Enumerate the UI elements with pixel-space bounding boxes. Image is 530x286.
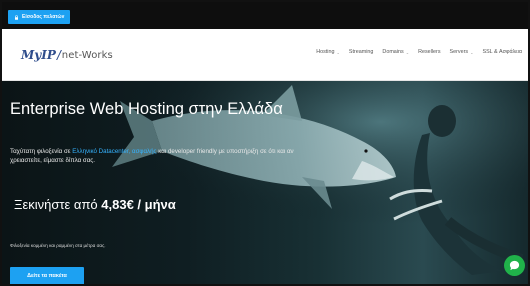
nav-menu: Hosting ⌄ Streaming Domains ⌄ Resellers …: [316, 49, 522, 55]
browser-page: Είσοδος πελατών MyIP / net-Works Hosting…: [0, 0, 530, 286]
logo-myip-text: MyIP: [21, 48, 56, 62]
nav-item-label: Servers: [449, 49, 469, 55]
lock-icon: [15, 14, 18, 20]
nav-item-label: Resellers: [418, 49, 441, 55]
nav-item-hosting[interactable]: Hosting ⌄: [316, 49, 340, 55]
hero-title: Enterprise Web Hosting στην Ελλάδα: [10, 100, 283, 118]
price-text: Ξεκινήστε από 4,83€ / μήνα: [14, 196, 176, 213]
live-chat-button[interactable]: [504, 255, 525, 276]
chevron-down-icon: ⌄: [336, 49, 340, 55]
site-logo[interactable]: MyIP / net-Works: [21, 40, 113, 70]
hero-subtitle: Ταχύτατη φιλοξενία σε Ελληνικό Datacente…: [10, 147, 310, 165]
price-value: 4,83€ / μήνα: [101, 197, 176, 212]
main-navigation: MyIP / net-Works Hosting ⌄ Streaming Dom…: [2, 29, 528, 81]
nav-item-streaming[interactable]: Streaming: [349, 49, 374, 55]
hero-note: Φιλοξενία κομμένη και ραμμένη στα μέτρα …: [10, 243, 106, 248]
chevron-down-icon: ⌄: [405, 49, 410, 55]
nav-item-ssl-security[interactable]: SSL & Ασφάλεια: [482, 49, 522, 55]
nav-item-label: Domains: [382, 49, 404, 55]
logo-separator: /: [56, 47, 61, 63]
price-prefix: Ξεκινήστε από: [14, 197, 102, 212]
hero-section: Enterprise Web Hosting στην Ελλάδα Ταχύτ…: [2, 81, 528, 284]
top-bar: Είσοδος πελατών: [2, 2, 528, 29]
chat-icon: [509, 260, 520, 271]
datacenter-link[interactable]: Ελληνικό Datacenter, ασφαλής: [72, 148, 156, 155]
nav-item-label: Hosting: [316, 49, 335, 55]
logo-networks-text: net-Works: [61, 49, 113, 61]
view-packages-button[interactable]: Δείτε τα πακέτα: [10, 267, 84, 284]
nav-item-resellers[interactable]: Resellers: [418, 49, 440, 55]
nav-item-label: Streaming: [348, 49, 374, 55]
nav-item-label: SSL & Ασφάλεια: [482, 49, 522, 55]
nav-item-servers[interactable]: Servers ⌄: [450, 49, 474, 55]
chevron-down-icon: ⌄: [470, 49, 474, 55]
client-login-button[interactable]: Είσοδος πελατών: [8, 10, 71, 24]
hero-subtitle-part1: Ταχύτατη φιλοξενία σε: [10, 148, 73, 155]
nav-item-domains[interactable]: Domains ⌄: [382, 49, 409, 55]
client-login-label: Είσοδος πελατών: [22, 14, 65, 20]
